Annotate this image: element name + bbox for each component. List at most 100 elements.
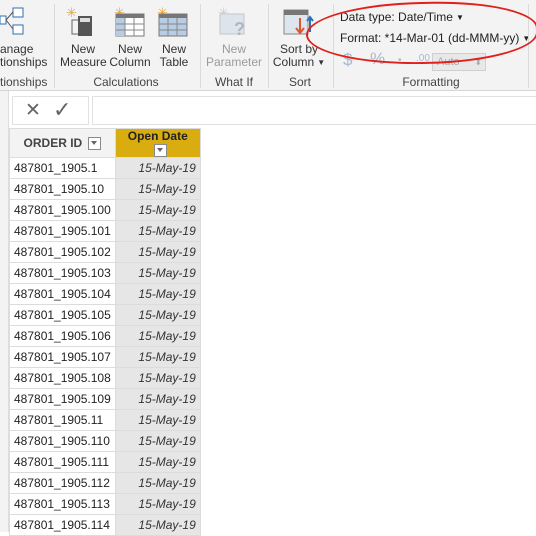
order-id-cell[interactable]: 487801_1905.106 [9,325,116,348]
percent-format-button[interactable]: % [370,49,385,69]
group-separator [528,4,529,88]
order-id-cell[interactable]: 487801_1905.111 [9,451,116,474]
table-row[interactable]: 487801_1905.111 15-May-19 [9,451,201,474]
group-separator [200,4,201,88]
open-date-cell[interactable]: 15-May-19 [114,451,201,474]
format-dropdown[interactable]: Format: *14-Mar-01 (dd-MMM-yy) ▼ [340,31,530,45]
order-id-cell[interactable]: 487801_1905.112 [9,472,116,495]
table-row[interactable]: 487801_1905.101 15-May-19 [9,220,201,243]
order-id-cell[interactable]: 487801_1905.101 [9,220,116,243]
order-id-cell[interactable]: 487801_1905.103 [9,262,116,285]
open-date-cell[interactable]: 15-May-19 [114,409,201,432]
order-id-cell[interactable]: 487801_1905.11 [9,409,116,432]
new-table-icon: ✳ [157,5,189,38]
column-header-open-date[interactable]: Open Date [114,127,201,159]
open-date-cell[interactable]: 15-May-19 [114,346,201,369]
order-id-cell[interactable]: 487801_1905.104 [9,283,116,306]
group-separator [54,4,55,88]
open-date-cell[interactable]: 15-May-19 [114,241,201,264]
ribbon: anage tionships tionships ✳ New Measure … [0,0,536,91]
order-id-cell[interactable]: 487801_1905.109 [9,388,116,411]
spinner-arrows-icon: ⬍ [474,57,482,67]
chevron-down-icon: ▼ [455,13,464,23]
table-row[interactable]: 487801_1905.105 15-May-19 [9,304,201,327]
open-date-cell[interactable]: 15-May-19 [114,178,201,201]
new-measure-button[interactable]: New Measure [60,43,107,69]
table-row[interactable]: 487801_1905.112 15-May-19 [9,472,201,495]
open-date-cell[interactable]: 15-May-19 [114,220,201,243]
manage-relationships-button[interactable]: anage tionships [0,43,48,69]
comma-format-button[interactable]: • [398,55,402,66]
order-id-cell[interactable]: 487801_1905.107 [9,346,116,369]
table-body: 487801_1905.1 15-May-19 487801_1905.10 15-M… [9,157,201,536]
filter-dropdown-icon[interactable] [154,144,168,158]
table-row[interactable]: 487801_1905.1 15-May-19 [9,157,201,180]
order-id-cell[interactable]: 487801_1905.102 [9,241,116,264]
data-type-dropdown[interactable]: Data type: Date/Time ▼ [340,10,464,24]
formula-input[interactable] [92,96,536,125]
open-date-cell[interactable]: 15-May-19 [114,325,201,348]
table-row[interactable]: 487801_1905.11 15-May-19 [9,409,201,432]
table-row[interactable]: 487801_1905.102 15-May-19 [9,241,201,264]
open-date-cell[interactable]: 15-May-19 [114,199,201,222]
column-header-order-id[interactable]: ORDER ID [9,127,116,159]
order-id-cell[interactable]: 487801_1905.113 [9,493,116,516]
formula-bar-actions: ✕ ✓ [12,96,89,125]
currency-format-button[interactable]: $ [343,50,352,70]
order-id-cell[interactable]: 487801_1905.1 [9,157,116,180]
new-parameter-button[interactable]: New Parameter [205,43,263,69]
new-parameter-icon: ✳? [218,5,250,39]
group-separator [333,4,334,88]
manage-relationships-icon [0,6,26,36]
filter-dropdown-icon[interactable] [88,137,102,151]
order-id-cell[interactable]: 487801_1905.114 [9,514,116,536]
table-row[interactable]: 487801_1905.114 15-May-19 [9,514,201,536]
new-table-button[interactable]: New Table [154,43,194,69]
table-row[interactable]: 487801_1905.100 15-May-19 [9,199,201,222]
table-row[interactable]: 487801_1905.113 15-May-19 [9,493,201,516]
table-row[interactable]: 487801_1905.103 15-May-19 [9,262,201,285]
group-label-relationships: tionships [0,75,48,89]
open-date-cell[interactable]: 15-May-19 [114,472,201,495]
group-label-what-if: What If [214,75,253,89]
commit-icon[interactable]: ✓ [53,97,71,123]
open-date-cell[interactable]: 15-May-19 [114,304,201,327]
chevron-down-icon: ▼ [522,34,531,44]
open-date-cell[interactable]: 15-May-19 [114,283,201,306]
group-label-calculations: Calculations [93,75,159,89]
decimal-places-spinner[interactable]: Auto ⬍ [432,53,486,71]
open-date-cell[interactable]: 15-May-19 [114,157,201,180]
open-date-cell[interactable]: 15-May-19 [114,262,201,285]
order-id-cell[interactable]: 487801_1905.110 [9,430,116,453]
group-label-formatting: Formatting [402,75,460,89]
decimal-format-button[interactable]: .00 [416,53,430,64]
table-row[interactable]: 487801_1905.110 15-May-19 [9,430,201,453]
order-id-cell[interactable]: 487801_1905.100 [9,199,116,222]
table-row[interactable]: 487801_1905.104 15-May-19 [9,283,201,306]
group-separator [268,4,269,88]
svg-text:✳: ✳ [66,6,77,20]
table-row[interactable]: 487801_1905.109 15-May-19 [9,388,201,411]
open-date-cell[interactable]: 15-May-19 [114,514,201,536]
data-table: ORDER ID Open Date 487801_1905.1 15-May-1… [9,127,201,536]
new-column-icon: ✳ [114,5,146,38]
left-pane-strip [0,91,9,532]
order-id-cell[interactable]: 487801_1905.105 [9,304,116,327]
table-row[interactable]: 487801_1905.106 15-May-19 [9,325,201,348]
open-date-cell[interactable]: 15-May-19 [114,367,201,390]
open-date-cell[interactable]: 15-May-19 [114,430,201,453]
order-id-cell[interactable]: 487801_1905.10 [9,178,116,201]
order-id-cell[interactable]: 487801_1905.108 [9,367,116,390]
open-date-cell[interactable]: 15-May-19 [114,388,201,411]
cancel-icon[interactable]: ✕ [25,99,41,122]
table-row[interactable]: 487801_1905.108 15-May-19 [9,367,201,390]
table-row[interactable]: 487801_1905.10 15-May-19 [9,178,201,201]
new-column-button[interactable]: New Column [108,43,152,69]
open-date-cell[interactable]: 15-May-19 [114,493,201,516]
sort-by-column-icon [282,8,316,38]
chevron-down-icon: ▼ [317,58,326,68]
group-label-sort: Sort [288,75,311,89]
table-row[interactable]: 487801_1905.107 15-May-19 [9,346,201,369]
new-measure-icon: ✳ [66,5,98,38]
sort-by-column-button[interactable]: Sort by Column ▼ [272,43,326,69]
